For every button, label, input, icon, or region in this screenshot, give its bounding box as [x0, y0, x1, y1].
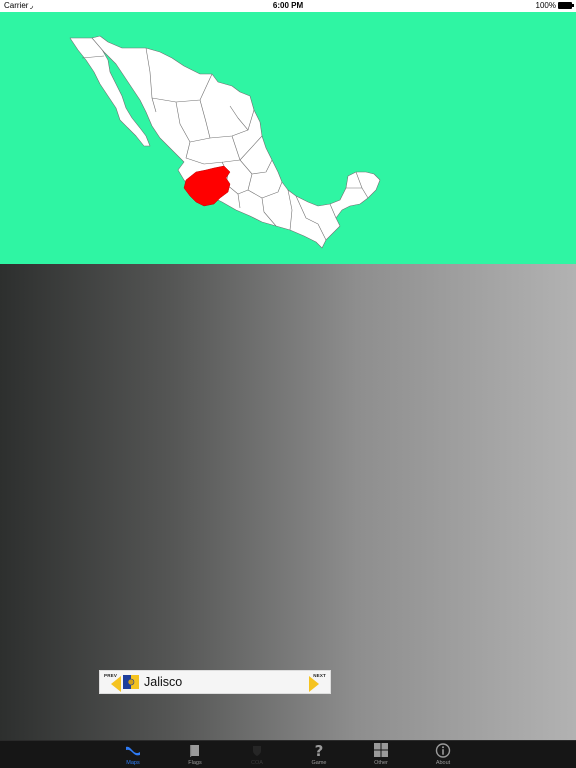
arrow-right-icon	[309, 676, 319, 692]
tab-flags[interactable]: Flags	[170, 741, 220, 768]
svg-text:?: ?	[315, 743, 324, 758]
tab-other-label: Other	[374, 760, 388, 766]
info-icon	[435, 743, 451, 758]
tab-other[interactable]: Other	[356, 741, 406, 768]
tab-maps-label: Maps	[126, 760, 140, 766]
battery-icon	[558, 2, 574, 9]
state-flag-icon	[123, 675, 139, 689]
prev-button[interactable]: PREV	[102, 671, 122, 693]
tab-game[interactable]: ? Game	[294, 741, 344, 768]
coa-icon	[253, 746, 261, 756]
status-bar: Carrier ◞ 6:00 PM 100%	[0, 0, 576, 12]
flags-icon	[190, 745, 199, 757]
tab-coa-label: COA	[251, 760, 263, 766]
state-name: Jalisco	[144, 675, 183, 689]
tab-game-label: Game	[311, 760, 327, 766]
state-selector: PREV Jalisco NEXT	[99, 670, 331, 694]
clock: 6:00 PM	[272, 1, 304, 10]
tab-maps[interactable]: Maps	[108, 741, 158, 768]
question-icon: ?	[315, 743, 324, 758]
maps-icon	[126, 746, 140, 756]
battery-percent: 100%	[535, 1, 556, 10]
arrow-left-icon	[111, 676, 121, 692]
tab-bar: Maps Flags COA ? Game Other About	[0, 740, 576, 768]
tab-coa[interactable]: COA	[232, 741, 282, 768]
tab-about-label: About	[435, 760, 451, 766]
map-panel	[0, 12, 576, 264]
tab-about[interactable]: About	[418, 741, 468, 768]
map-region-mainland[interactable]	[91, 35, 381, 249]
content-background	[0, 264, 576, 740]
mexico-map[interactable]	[0, 12, 576, 264]
tab-flags-label: Flags	[188, 760, 202, 766]
grid-icon	[374, 743, 388, 757]
next-button[interactable]: NEXT	[308, 671, 328, 693]
